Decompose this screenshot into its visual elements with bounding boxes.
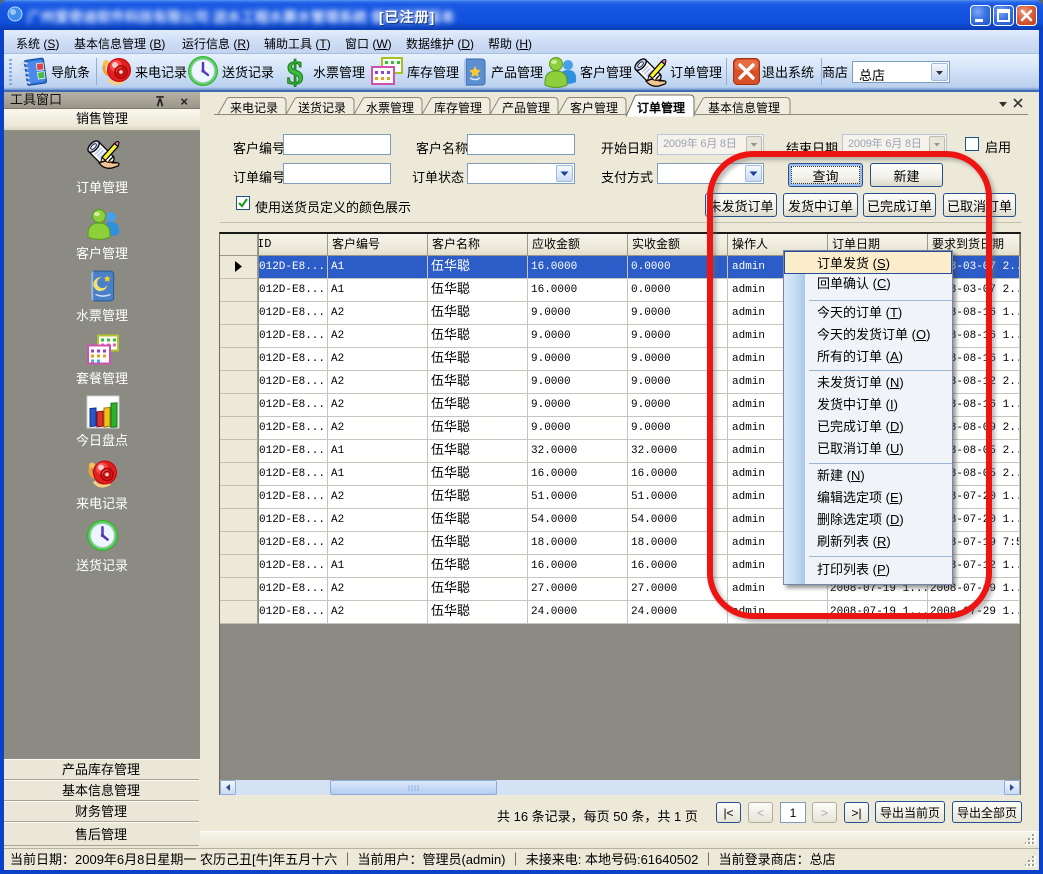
- svg-text:$: $: [287, 55, 304, 89]
